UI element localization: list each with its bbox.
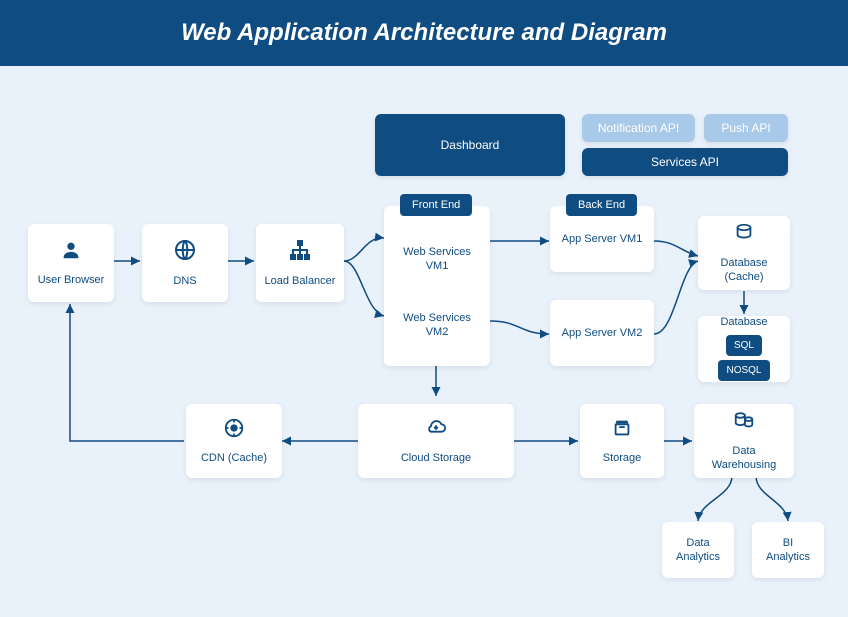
cdn-label: CDN (Cache) [201, 451, 267, 465]
warehousing-label: Data Warehousing [702, 444, 786, 473]
web-vm1-label: Web Services VM1 [392, 237, 482, 282]
sql-pill: SQL [726, 335, 762, 356]
data-analytics-node: Data Analytics [662, 522, 734, 578]
services-api-button: Services API [582, 148, 788, 176]
page-title: Web Application Architecture and Diagram [181, 19, 667, 47]
database-node: Database SQL NOSQL [698, 316, 790, 382]
storage-node: Storage [580, 404, 664, 478]
front-end-tag: Front End [400, 194, 472, 216]
database-cache-icon [733, 222, 755, 252]
front-end-column: Web Services VM1 Web Services VM2 [384, 206, 490, 366]
storage-label: Storage [603, 451, 642, 465]
database-pills: SQL NOSQL [706, 333, 782, 383]
warehousing-icon [732, 410, 756, 440]
dns-label: DNS [173, 274, 196, 288]
cloud-storage-label: Cloud Storage [401, 451, 471, 465]
user-icon [60, 239, 82, 269]
database-cache-label: Database (Cache) [706, 256, 782, 285]
cdn-cache-node: CDN (Cache) [186, 404, 282, 478]
database-cache-node: Database (Cache) [698, 216, 790, 290]
storage-icon [611, 417, 633, 447]
header: Web Application Architecture and Diagram [0, 0, 848, 66]
nosql-pill: NOSQL [718, 360, 769, 381]
database-label: Database [720, 315, 767, 329]
user-browser-node: User Browser [28, 224, 114, 302]
cloud-storage-node: Cloud Storage [358, 404, 514, 478]
web-vm2-label: Web Services VM2 [392, 303, 482, 348]
cdn-icon [223, 417, 245, 447]
user-browser-label: User Browser [38, 273, 105, 287]
bi-analytics-label: BI Analytics [760, 536, 816, 565]
push-api-label: Push API [721, 121, 770, 135]
dns-node: DNS [142, 224, 228, 302]
load-balancer-icon [288, 238, 312, 270]
push-api-button: Push API [704, 114, 788, 142]
diagram-canvas: Dashboard Notification API Push API Serv… [0, 66, 848, 617]
data-warehousing-node: Data Warehousing [694, 404, 794, 478]
app-server-vm2-node: App Server VM2 [550, 300, 654, 366]
notification-api-button: Notification API [582, 114, 695, 142]
dashboard-button: Dashboard [375, 114, 565, 176]
app-vm2-label: App Server VM2 [562, 326, 643, 340]
bi-analytics-node: BI Analytics [752, 522, 824, 578]
dashboard-label: Dashboard [441, 138, 500, 152]
load-balancer-label: Load Balancer [265, 274, 336, 288]
load-balancer-node: Load Balancer [256, 224, 344, 302]
services-api-label: Services API [651, 155, 719, 169]
globe-icon [173, 238, 197, 270]
notification-api-label: Notification API [598, 121, 679, 135]
back-end-tag: Back End [566, 194, 637, 216]
data-analytics-label: Data Analytics [670, 536, 726, 565]
app-vm1-label: App Server VM1 [562, 232, 643, 246]
cloud-icon [423, 417, 449, 447]
